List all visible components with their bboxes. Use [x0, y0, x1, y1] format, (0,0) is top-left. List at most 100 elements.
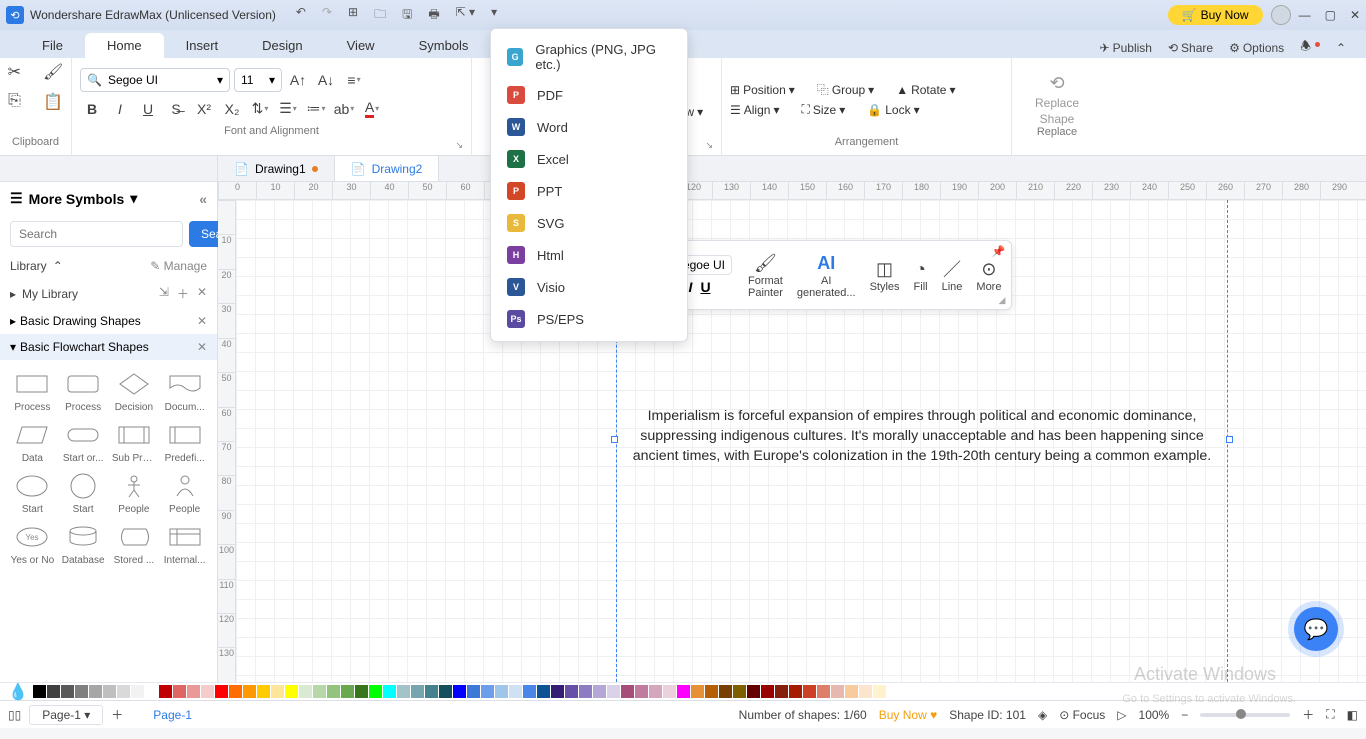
color-swatch[interactable]: [103, 685, 116, 698]
color-swatch[interactable]: [747, 685, 760, 698]
align-horizontal-icon[interactable]: ≡: [342, 69, 366, 91]
export-item[interactable]: SSVG: [491, 207, 687, 239]
section-basic-drawing[interactable]: ▸ Basic Drawing Shapes✕: [0, 308, 217, 334]
color-swatch[interactable]: [481, 685, 494, 698]
increase-font-icon[interactable]: A↑: [286, 69, 310, 91]
shape-item[interactable]: Process: [59, 366, 108, 415]
color-swatch[interactable]: [145, 685, 158, 698]
color-swatch[interactable]: [327, 685, 340, 698]
open-icon[interactable]: 🗀: [374, 5, 386, 26]
numbering-icon[interactable]: ≔: [304, 98, 328, 120]
color-swatch[interactable]: [453, 685, 466, 698]
remove-icon[interactable]: ✕: [197, 285, 207, 302]
color-swatch[interactable]: [691, 685, 704, 698]
font-color-icon[interactable]: A: [360, 98, 384, 120]
color-swatch[interactable]: [313, 685, 326, 698]
section-basic-flowchart[interactable]: ▾ Basic Flowchart Shapes✕: [0, 334, 217, 360]
float-ai-generated[interactable]: AIAIgenerated...: [791, 251, 862, 299]
format-painter-icon[interactable]: 🖌: [43, 62, 63, 82]
color-swatch[interactable]: [383, 685, 396, 698]
add-icon[interactable]: ＋: [177, 285, 189, 302]
color-swatch[interactable]: [131, 685, 144, 698]
shape-item[interactable]: Start or...: [59, 417, 108, 466]
color-swatch[interactable]: [369, 685, 382, 698]
color-swatch[interactable]: [593, 685, 606, 698]
color-swatch[interactable]: [397, 685, 410, 698]
color-swatch[interactable]: [299, 685, 312, 698]
color-swatch[interactable]: [271, 685, 284, 698]
paste-icon[interactable]: 📋: [43, 92, 63, 112]
color-swatch[interactable]: [859, 685, 872, 698]
color-swatch[interactable]: [705, 685, 718, 698]
zoom-slider[interactable]: [1200, 713, 1290, 717]
color-swatch[interactable]: [117, 685, 130, 698]
color-swatch[interactable]: [187, 685, 200, 698]
fit-page-icon[interactable]: ⛶: [1326, 707, 1334, 722]
redo-icon[interactable]: ↷: [322, 5, 332, 26]
shape-item[interactable]: Start: [59, 468, 108, 517]
print-icon[interactable]: 🖶: [428, 5, 439, 26]
minimize-button[interactable]: —: [1299, 8, 1311, 22]
underline-icon[interactable]: U: [136, 98, 160, 120]
float-more[interactable]: ⊙More: [970, 257, 1007, 293]
library-label[interactable]: Library: [10, 259, 47, 273]
float-line[interactable]: ／Line: [936, 257, 969, 293]
resize-corner[interactable]: ◢: [999, 295, 1006, 306]
export-item[interactable]: PPPT: [491, 175, 687, 207]
active-page-label[interactable]: Page-1: [153, 708, 192, 722]
export-item[interactable]: XExcel: [491, 143, 687, 175]
close-icon[interactable]: ✕: [197, 340, 207, 354]
export-item[interactable]: PPDF: [491, 79, 687, 111]
decrease-font-icon[interactable]: A↓: [314, 69, 338, 91]
color-swatch[interactable]: [663, 685, 676, 698]
color-swatch[interactable]: [719, 685, 732, 698]
zoom-level[interactable]: 100%: [1139, 708, 1170, 722]
color-swatch[interactable]: [845, 685, 858, 698]
color-swatch[interactable]: [439, 685, 452, 698]
manage-button[interactable]: ✎ Manage: [150, 259, 207, 273]
color-swatch[interactable]: [873, 685, 886, 698]
superscript-icon[interactable]: X²: [192, 98, 216, 120]
symbol-search-input[interactable]: [10, 221, 183, 247]
shape-item[interactable]: YesYes or No: [8, 519, 57, 568]
color-swatch[interactable]: [47, 685, 60, 698]
export-item[interactable]: HHtml: [491, 239, 687, 271]
lock-button[interactable]: 🔒 Lock▾: [867, 102, 919, 117]
tab-symbols[interactable]: Symbols: [397, 33, 491, 58]
bold-icon[interactable]: B: [80, 98, 104, 120]
color-swatch[interactable]: [257, 685, 270, 698]
color-swatch[interactable]: [523, 685, 536, 698]
highlight-icon[interactable]: ab: [332, 98, 356, 120]
eyedropper-icon[interactable]: 💧: [8, 682, 28, 702]
tab-file[interactable]: File: [20, 33, 85, 58]
color-swatch[interactable]: [509, 685, 522, 698]
color-swatch[interactable]: [75, 685, 88, 698]
panels-icon[interactable]: ◧: [1347, 708, 1358, 722]
options-button[interactable]: ⚙ Options: [1229, 41, 1284, 55]
position-button[interactable]: ⊞ Position▾: [730, 81, 795, 98]
new-icon[interactable]: ⊞: [348, 5, 358, 26]
color-swatch[interactable]: [733, 685, 746, 698]
color-swatch[interactable]: [537, 685, 550, 698]
canvas-area[interactable]: 0102030405060708090100110120130140150160…: [218, 182, 1366, 682]
float-underline[interactable]: U: [700, 279, 710, 295]
color-swatch[interactable]: [229, 685, 242, 698]
undo-icon[interactable]: ↶: [296, 5, 306, 26]
shape-item[interactable]: Database: [59, 519, 108, 568]
color-swatch[interactable]: [495, 685, 508, 698]
shape-item[interactable]: Internal...: [160, 519, 209, 568]
cut-icon[interactable]: ✂: [8, 62, 21, 82]
save-icon[interactable]: 🖫: [402, 5, 412, 26]
share-button[interactable]: ⟲ Share: [1168, 41, 1213, 55]
publish-button[interactable]: ✈ Publish: [1100, 41, 1152, 55]
qat-more-icon[interactable]: ▾: [491, 5, 497, 26]
subscript-icon[interactable]: X₂: [220, 98, 244, 120]
italic-icon[interactable]: I: [108, 98, 132, 120]
shape-item[interactable]: Predefi...: [160, 417, 209, 466]
color-swatch[interactable]: [565, 685, 578, 698]
page-selector[interactable]: Page-1 ▾: [29, 705, 103, 725]
presentation-icon[interactable]: ▷: [1117, 708, 1126, 722]
replace-shape-button[interactable]: ⟲ Replace Shape: [1035, 73, 1079, 126]
buy-now-button[interactable]: 🛒 Buy Now: [1168, 5, 1263, 25]
color-swatch[interactable]: [425, 685, 438, 698]
